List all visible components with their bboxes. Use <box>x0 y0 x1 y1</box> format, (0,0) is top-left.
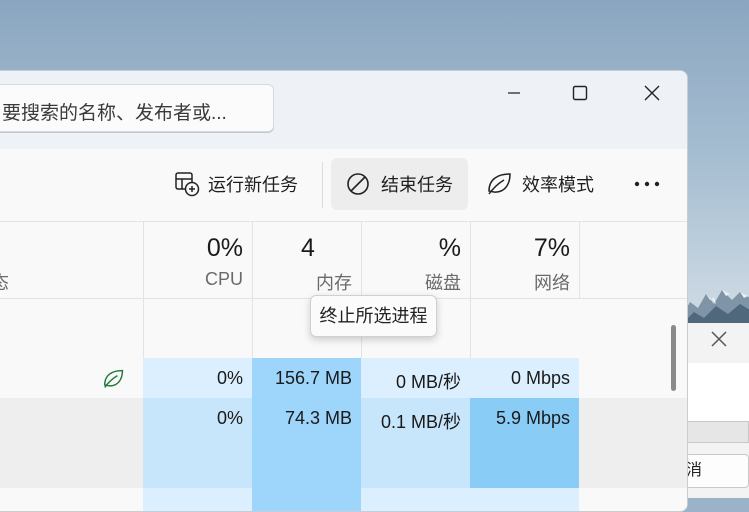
table-row[interactable] <box>0 488 687 511</box>
leaf-icon <box>488 173 511 195</box>
extra-column-header[interactable] <box>579 222 687 298</box>
close-button[interactable] <box>629 81 675 105</box>
tooltip: 终止所选进程 <box>310 295 437 337</box>
network-cell: 5.9 Mbps <box>470 398 579 488</box>
memory-column-label: 内存 <box>316 273 352 293</box>
status-column-header[interactable]: 态 <box>0 269 9 295</box>
efficiency-leaf-icon <box>103 369 124 388</box>
run-new-task-button[interactable]: 运行新任务 <box>174 158 314 210</box>
maximize-icon <box>572 85 588 101</box>
main-content: 运行新任务 结束任务 效率模式 0% CPU 4 内存 % 磁盘 7% 网络 终… <box>0 149 687 511</box>
cpu-cell: 0% <box>143 398 252 488</box>
network-total-percent: 7% <box>533 234 570 262</box>
cancel-button[interactable]: 取消 <box>685 454 749 488</box>
task-manager-window: 要搜索的名称、发布者或... 运行新任务 结束任务 效率模式 0% CPU 4 … <box>0 70 688 512</box>
minimize-button[interactable] <box>491 81 537 105</box>
cpu-column-label: CPU <box>204 269 243 289</box>
table-row[interactable]: 0% 156.7 MB 0 MB/秒 0 Mbps <box>0 358 687 398</box>
table-row[interactable]: 0% 74.3 MB 0.1 MB/秒 5.9 Mbps <box>0 398 687 488</box>
efficiency-mode-label: 效率模式 <box>522 175 594 195</box>
network-cell: 0 Mbps <box>470 358 579 398</box>
end-task-button[interactable]: 结束任务 <box>331 158 468 210</box>
cpu-total-percent: 0% <box>206 234 243 262</box>
more-options-button[interactable] <box>627 158 667 210</box>
dialog-body <box>687 363 749 423</box>
close-icon[interactable] <box>709 329 729 349</box>
minimize-icon <box>508 92 520 94</box>
memory-cell: 74.3 MB <box>252 398 361 488</box>
column-header-row: 态 0% CPU 4 内存 % 磁盘 7% 网络 <box>0 222 687 299</box>
toolbar-separator <box>322 162 323 208</box>
maximize-button[interactable] <box>557 81 603 105</box>
cpu-column-header[interactable]: 0% CPU <box>143 222 253 298</box>
close-icon <box>644 85 660 101</box>
scrollbar-thumb[interactable] <box>671 325 676 391</box>
network-column-label: 网络 <box>534 273 570 293</box>
memory-column-header[interactable]: 4 内存 <box>252 222 362 298</box>
title-bar: 要搜索的名称、发布者或... <box>0 71 687 149</box>
progress-bar <box>687 421 749 443</box>
memory-total-percent: 4 <box>301 234 315 262</box>
disk-column-header[interactable]: % 磁盘 <box>361 222 471 298</box>
run-new-task-label: 运行新任务 <box>208 175 298 195</box>
run-new-task-icon <box>175 172 200 197</box>
search-input[interactable]: 要搜索的名称、发布者或... <box>0 84 274 132</box>
toolbar: 运行新任务 结束任务 效率模式 <box>0 149 687 222</box>
cpu-cell: 0% <box>143 358 252 398</box>
efficiency-mode-button[interactable]: 效率模式 <box>486 158 611 210</box>
search-placeholder: 要搜索的名称、发布者或... <box>2 103 227 124</box>
end-task-label: 结束任务 <box>381 175 453 195</box>
background-dialog: 取消 <box>685 323 749 498</box>
disk-total-percent: % <box>438 234 461 262</box>
disk-cell: 0.1 MB/秒 <box>361 398 470 488</box>
more-horizontal-icon <box>634 181 660 187</box>
disk-column-label: 磁盘 <box>425 273 461 293</box>
disk-cell: 0 MB/秒 <box>361 358 470 398</box>
memory-cell: 156.7 MB <box>252 358 361 398</box>
block-icon <box>347 173 369 195</box>
network-column-header[interactable]: 7% 网络 <box>470 222 580 298</box>
